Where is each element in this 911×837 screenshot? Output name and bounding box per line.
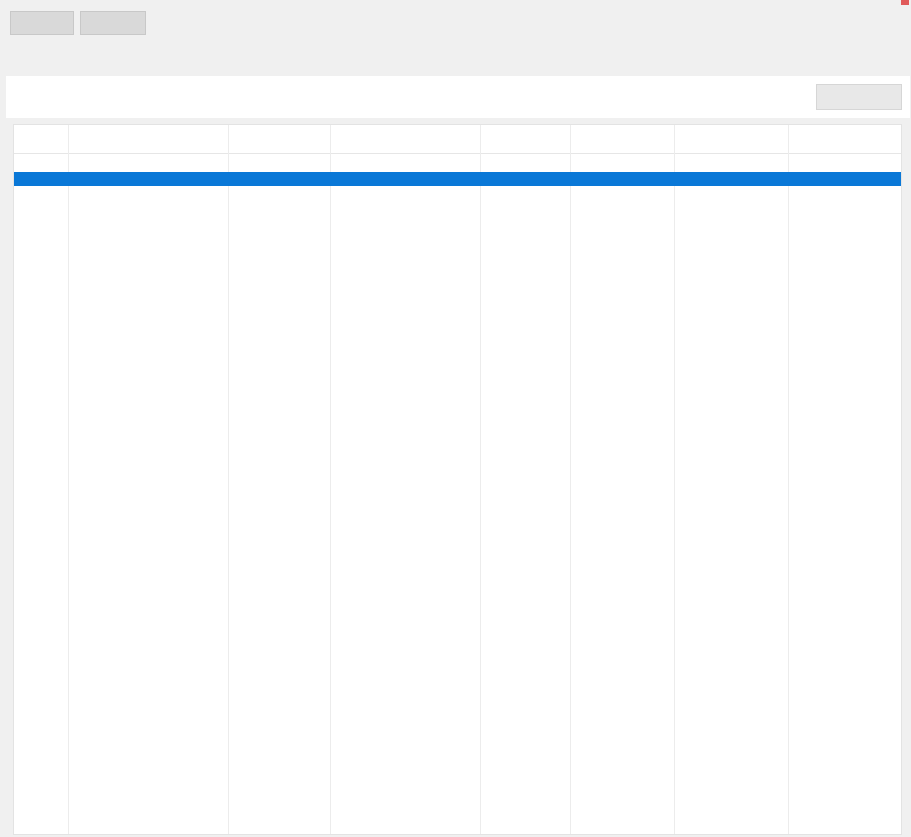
grid-header <box>14 125 901 154</box>
table-row[interactable] <box>14 324 901 335</box>
table-row-selected[interactable] <box>14 172 901 186</box>
table-row[interactable] <box>14 613 901 624</box>
table-row[interactable] <box>14 375 901 386</box>
table-row[interactable] <box>14 596 901 607</box>
table-row[interactable] <box>14 409 901 420</box>
table-row[interactable] <box>14 205 901 216</box>
table-row[interactable] <box>14 528 901 539</box>
table-row[interactable] <box>14 562 901 573</box>
table-row[interactable] <box>14 155 901 166</box>
table-row[interactable] <box>14 494 901 505</box>
menu-bar <box>0 52 40 68</box>
info-bar <box>6 76 910 118</box>
table-row[interactable] <box>14 358 901 369</box>
table-row[interactable] <box>14 426 901 437</box>
table-row[interactable] <box>14 647 901 658</box>
table-row[interactable] <box>14 239 901 250</box>
table-row[interactable] <box>14 545 901 556</box>
table-row[interactable] <box>14 681 901 692</box>
table-row[interactable] <box>14 290 901 301</box>
table-row[interactable] <box>14 256 901 267</box>
table-row[interactable] <box>14 511 901 522</box>
table-row[interactable] <box>14 579 901 590</box>
table-row[interactable] <box>14 732 901 743</box>
data-grid[interactable] <box>13 124 902 835</box>
table-row[interactable] <box>14 273 901 284</box>
table-row[interactable] <box>14 698 901 709</box>
table-row[interactable] <box>14 766 901 777</box>
toolbar <box>0 0 911 48</box>
table-row[interactable] <box>14 222 901 233</box>
table-row[interactable] <box>14 188 901 199</box>
table-row[interactable] <box>14 749 901 760</box>
table-row[interactable] <box>14 664 901 675</box>
table-row[interactable] <box>14 460 901 471</box>
toolbar-button-1[interactable] <box>10 11 74 35</box>
table-row[interactable] <box>14 715 901 726</box>
table-row[interactable] <box>14 477 901 488</box>
table-row[interactable] <box>14 392 901 403</box>
table-row[interactable] <box>14 307 901 318</box>
table-row[interactable] <box>14 443 901 454</box>
table-row[interactable] <box>14 341 901 352</box>
table-row[interactable] <box>14 630 901 641</box>
info-button[interactable] <box>816 84 902 110</box>
toolbar-button-2[interactable] <box>80 11 146 35</box>
